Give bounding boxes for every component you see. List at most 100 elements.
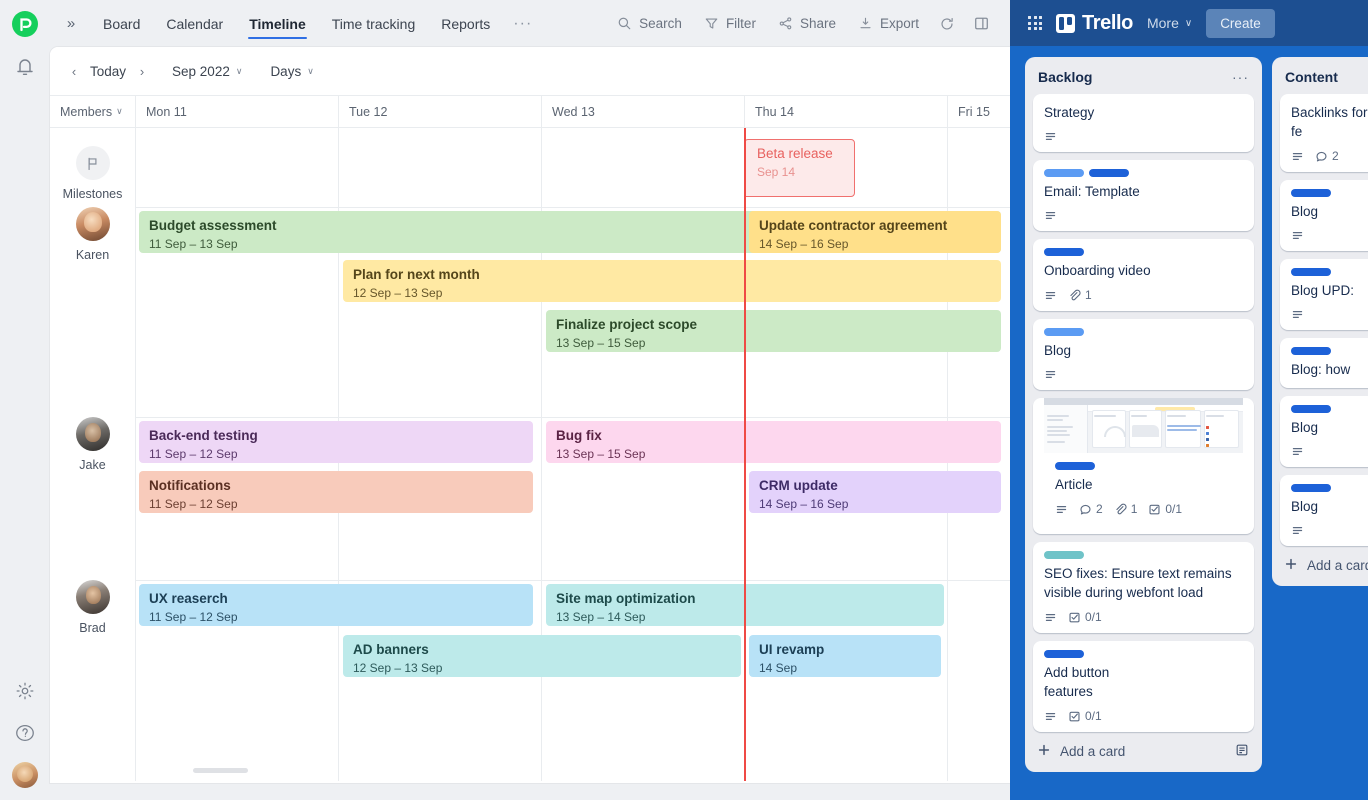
expand-sidebar-icon[interactable]: » (58, 11, 84, 37)
app-logo-icon[interactable] (11, 10, 39, 38)
task-bar[interactable]: Finalize project scope 13 Sep – 15 Sep (546, 310, 1001, 352)
card-label[interactable] (1291, 189, 1331, 197)
task-title: Bug fix (556, 428, 991, 444)
task-bar[interactable]: AD banners 12 Sep – 13 Sep (343, 635, 741, 677)
prev-period-icon[interactable]: ‹ (64, 61, 84, 81)
horizontal-scrollbar[interactable] (193, 768, 248, 773)
trello-card[interactable]: Blog UPD: (1280, 259, 1368, 330)
card-cover-image (1044, 398, 1243, 453)
card-title: Blog (1291, 418, 1368, 437)
grid-hline (135, 207, 1010, 208)
help-icon[interactable] (14, 722, 36, 744)
share-button[interactable]: Share (768, 11, 846, 36)
month-selector[interactable]: Sep 2022 ∨ (164, 60, 250, 83)
trello-card[interactable]: Add button features 0/1 (1033, 641, 1254, 732)
add-card-backlog[interactable]: Add a card (1025, 732, 1262, 772)
card-label[interactable] (1089, 169, 1129, 177)
card-badges (1291, 229, 1368, 242)
milestone-beta-release[interactable]: Beta release Sep 14 (744, 139, 855, 197)
timeline-canvas[interactable]: Beta release Sep 14 Budget assessment 11… (135, 128, 1010, 781)
nav-tab-board[interactable]: Board (90, 0, 153, 47)
avatar[interactable] (76, 207, 110, 241)
trello-logo[interactable]: Trello (1056, 12, 1133, 35)
card-label[interactable] (1291, 405, 1331, 413)
trello-card[interactable]: Blog (1033, 319, 1254, 390)
scale-selector[interactable]: Days ∨ (262, 60, 321, 83)
card-label[interactable] (1291, 347, 1331, 355)
add-card-label: Add a card (1060, 744, 1125, 759)
trello-card[interactable]: Onboarding video 1 (1033, 239, 1254, 311)
card-labels (1044, 328, 1243, 336)
nav-tab-time-tracking[interactable]: Time tracking (319, 0, 429, 47)
card-title: SEO fixes: Ensure text remains visible d… (1044, 564, 1243, 602)
card-label[interactable] (1044, 650, 1084, 658)
task-bar[interactable]: CRM update 14 Sep – 16 Sep (749, 471, 1001, 513)
card-label[interactable] (1044, 169, 1084, 177)
card-badges: 0/1 (1044, 610, 1243, 624)
day-header-mon: Mon 11 (135, 96, 338, 127)
trello-card[interactable]: Blog (1280, 396, 1368, 467)
grid-hline (135, 417, 1010, 418)
task-bar[interactable]: Plan for next month 12 Sep – 13 Sep (343, 260, 1001, 302)
refresh-button[interactable] (931, 10, 963, 38)
card-label[interactable] (1044, 248, 1084, 256)
checklist-count: 0/1 (1085, 610, 1102, 624)
avatar[interactable] (76, 580, 110, 614)
next-period-icon[interactable]: › (132, 61, 152, 81)
trello-card[interactable]: Blog (1280, 475, 1368, 546)
trello-card[interactable]: Blog (1280, 180, 1368, 251)
milestone-date: Sep 14 (757, 164, 842, 180)
trello-more-menu[interactable]: More ∨ (1147, 15, 1192, 31)
nav-tab-calendar[interactable]: Calendar (153, 0, 236, 47)
trello-card[interactable]: Article 2 1 (1033, 398, 1254, 534)
card-template-icon[interactable] (1235, 743, 1249, 760)
card-badges (1291, 524, 1368, 537)
search-button[interactable]: Search (607, 11, 692, 36)
card-label[interactable] (1044, 328, 1084, 336)
task-title: Update contractor agreement (759, 218, 991, 234)
task-bar[interactable]: Notifications 11 Sep – 12 Sep (139, 471, 533, 513)
notifications-bell-icon[interactable] (13, 54, 37, 78)
filter-button[interactable]: Filter (694, 11, 766, 36)
toolbar-actions: Search Filter Share Export (607, 9, 998, 38)
split-panel-icon (973, 15, 990, 32)
trello-card[interactable]: Strategy (1033, 94, 1254, 152)
chevron-down-icon: ∨ (116, 106, 123, 117)
avatar[interactable] (76, 417, 110, 451)
card-label[interactable] (1044, 551, 1084, 559)
list-menu-icon[interactable]: ··· (1232, 69, 1249, 85)
apps-grid-icon[interactable] (1028, 16, 1042, 30)
user-avatar[interactable] (12, 762, 38, 788)
timeline-column-headers: Members ∨ Mon 11 Tue 12 Wed 13 Thu 14 Fr… (50, 96, 1010, 128)
trello-card[interactable]: Blog: how (1280, 338, 1368, 388)
card-badges (1044, 209, 1243, 222)
task-bar[interactable]: UI revamp 14 Sep (749, 635, 941, 677)
list-title: Backlog (1038, 69, 1092, 85)
plus-icon (1284, 557, 1298, 574)
task-bar[interactable]: UX reaserch 11 Sep – 12 Sep (139, 584, 533, 626)
task-bar[interactable]: Back-end testing 11 Sep – 12 Sep (139, 421, 533, 463)
trello-card[interactable]: SEO fixes: Ensure text remains visible d… (1033, 542, 1254, 633)
nav-tab-timeline[interactable]: Timeline (236, 0, 319, 47)
today-button[interactable]: Today (90, 64, 126, 79)
task-bar[interactable]: Update contractor agreement 14 Sep – 16 … (749, 211, 1001, 253)
nav-overflow-icon[interactable]: ··· (503, 15, 542, 33)
card-label[interactable] (1291, 268, 1331, 276)
task-dates: 11 Sep – 12 Sep (149, 496, 523, 512)
card-label[interactable] (1055, 462, 1095, 470)
add-card-content[interactable]: Add a card (1272, 546, 1368, 586)
split-panel-button[interactable] (965, 9, 998, 38)
members-column-header[interactable]: Members ∨ (50, 96, 135, 127)
description-icon (1044, 209, 1057, 222)
trello-create-button[interactable]: Create (1206, 9, 1275, 38)
export-button[interactable]: Export (848, 11, 929, 36)
nav-tab-reports[interactable]: Reports (428, 0, 503, 47)
comment-count: 2 (1332, 149, 1339, 163)
task-bar[interactable]: Bug fix 13 Sep – 15 Sep (546, 421, 1001, 463)
trello-card[interactable]: Backlinks for list to be fe 2 (1280, 94, 1368, 172)
card-badges (1291, 308, 1368, 321)
card-label[interactable] (1291, 484, 1331, 492)
settings-gear-icon[interactable] (14, 680, 36, 702)
trello-card[interactable]: Email: Template (1033, 160, 1254, 231)
task-title: UI revamp (759, 642, 931, 658)
